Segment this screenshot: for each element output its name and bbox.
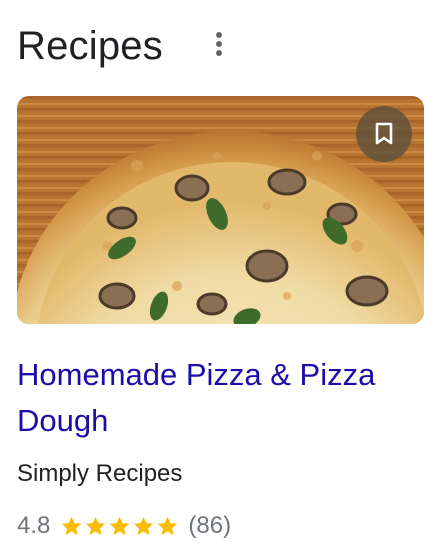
review-count: (86) (188, 512, 232, 539)
recipe-title-link[interactable]: Homemade Pizza & Pizza Dough (17, 352, 417, 444)
star-icon (134, 516, 154, 535)
section-header: Recipes (17, 18, 427, 74)
save-button[interactable] (356, 106, 412, 162)
more-vert-icon-dot (216, 41, 222, 47)
star-icon (86, 516, 106, 535)
recipe-source: Simply Recipes (17, 460, 183, 487)
more-options-button[interactable] (209, 26, 229, 62)
section-title: Recipes (17, 24, 163, 68)
rating-value: 4.8 (17, 512, 51, 539)
more-vert-icon (216, 32, 222, 38)
rating-row: 4.8 (86) (17, 510, 231, 542)
bookmark-icon (375, 122, 393, 145)
star-icon (110, 516, 130, 535)
recipe-image[interactable] (17, 96, 424, 324)
star-rating (60, 515, 180, 538)
more-vert-icon-dot (216, 50, 222, 56)
star-icon (158, 516, 178, 535)
star-icon (62, 516, 82, 535)
